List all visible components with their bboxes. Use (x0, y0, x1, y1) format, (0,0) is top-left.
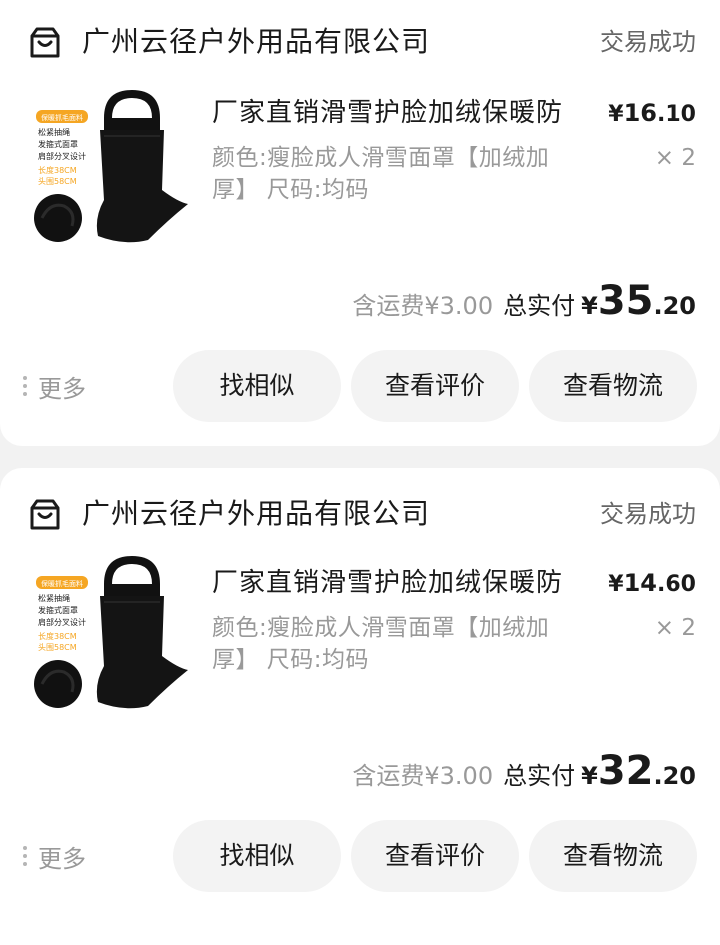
price-decimal: .10 (657, 102, 696, 127)
total-currency: ¥ (581, 762, 598, 790)
image-text-3: 肩部分叉设计 (38, 151, 86, 161)
product-image[interactable]: 保暖抓毛面料 松紧抽绳 发箍式面罩 肩部分叉设计 长度38CM 头围58CM (28, 556, 194, 722)
total-integer: 35 (597, 278, 654, 324)
product-title[interactable]: 厂家直销滑雪护脸加绒保暖防 (212, 566, 563, 600)
order-card: 广州云径户外用品有限公司 交易成功 保暖抓毛面料 松紧抽绳 发箍式面罩 肩部分叉… (0, 0, 720, 446)
shop-header[interactable]: 广州云径户外用品有限公司 交易成功 (0, 20, 720, 64)
product-image[interactable]: 保暖抓毛面料 松紧抽绳 发箍式面罩 肩部分叉设计 长度38CM 头围58CM (28, 90, 194, 256)
find-similar-button[interactable]: 找相似 (173, 820, 341, 892)
product-price: ¥16.10 (608, 96, 696, 132)
more-label: 更多 (38, 844, 86, 873)
image-text-2: 发箍式面罩 (38, 605, 78, 615)
view-logistics-button[interactable]: 查看物流 (529, 350, 697, 422)
order-status: 交易成功 (600, 500, 696, 528)
image-text-2: 发箍式面罩 (38, 139, 78, 149)
total-label: 总实付 (503, 292, 576, 320)
order-card: 广州云径户外用品有限公司 交易成功 保暖抓毛面料 松紧抽绳 发箍式面罩 肩部分叉… (0, 468, 720, 945)
view-review-button[interactable]: 查看评价 (351, 350, 519, 422)
product-price: ¥14.60 (608, 566, 696, 602)
shop-name[interactable]: 广州云径户外用品有限公司 (82, 24, 430, 60)
more-menu[interactable]: 更多 (22, 836, 86, 876)
shop-bag-icon (30, 27, 60, 58)
price-integer: 14 (623, 569, 658, 597)
image-text-1: 松紧抽绳 (38, 127, 70, 137)
find-similar-button[interactable]: 找相似 (173, 350, 341, 422)
image-text-4: 长度38CM (38, 631, 77, 641)
view-review-button[interactable]: 查看评价 (351, 820, 519, 892)
price-currency: ¥ (608, 572, 624, 597)
more-label: 更多 (38, 374, 86, 403)
shop-name[interactable]: 广州云径户外用品有限公司 (82, 496, 430, 532)
total-label: 总实付 (503, 762, 576, 790)
product-quantity: × 2 (654, 145, 696, 171)
shop-bag-icon (30, 499, 60, 530)
product-spec: 颜色:瘦脸成人滑雪面罩【加绒加厚】 尺码:均码 (212, 615, 550, 673)
shipping-fee: 含运费¥3.00 (352, 292, 494, 320)
order-total: 含运费¥3.00 总实付 ¥ 32 .20 (352, 748, 696, 796)
image-badge-text: 保暖抓毛面料 (41, 579, 83, 588)
total-currency: ¥ (581, 292, 598, 320)
image-badge-text: 保暖抓毛面料 (41, 113, 83, 122)
shop-header[interactable]: 广州云径户外用品有限公司 交易成功 (0, 492, 720, 536)
shipping-fee: 含运费¥3.00 (352, 762, 494, 790)
product-quantity: × 2 (654, 615, 696, 641)
product-title[interactable]: 厂家直销滑雪护脸加绒保暖防 (212, 96, 563, 130)
order-status: 交易成功 (600, 28, 696, 56)
price-integer: 16 (623, 99, 658, 127)
image-text-5: 头围58CM (38, 176, 77, 186)
product-spec: 颜色:瘦脸成人滑雪面罩【加绒加厚】 尺码:均码 (212, 145, 550, 203)
price-currency: ¥ (608, 102, 624, 127)
view-logistics-button[interactable]: 查看物流 (529, 820, 697, 892)
vertical-dots-icon (22, 375, 28, 397)
more-menu[interactable]: 更多 (22, 366, 86, 406)
image-text-1: 松紧抽绳 (38, 593, 70, 603)
image-text-3: 肩部分叉设计 (38, 617, 86, 627)
total-decimal: .20 (653, 292, 696, 320)
image-text-4: 长度38CM (38, 165, 77, 175)
total-decimal: .20 (653, 762, 696, 790)
image-text-5: 头围58CM (38, 642, 77, 652)
vertical-dots-icon (22, 845, 28, 867)
price-decimal: .60 (657, 572, 696, 597)
order-total: 含运费¥3.00 总实付 ¥ 35 .20 (352, 278, 696, 326)
total-integer: 32 (597, 748, 654, 794)
